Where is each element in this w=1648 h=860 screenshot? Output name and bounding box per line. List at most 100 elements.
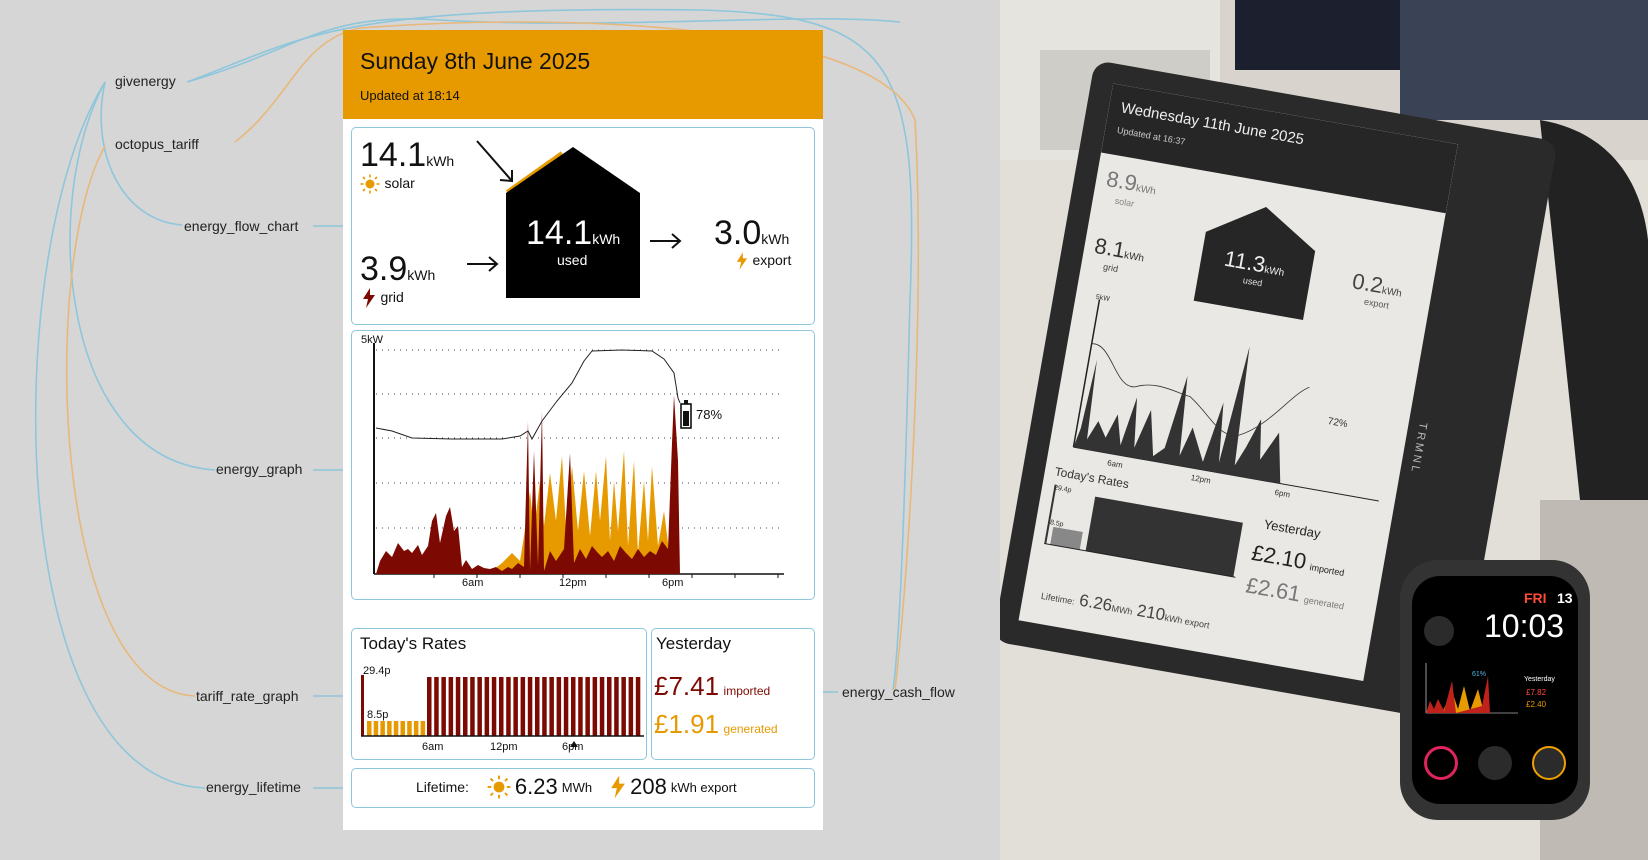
rate-bar [380,721,385,736]
eink-solar-stat: 8.9kWh [1104,166,1158,200]
cash-flow-panel: Yesterday £7.41 imported £1.91 generated [651,628,815,760]
rate-bar [563,677,569,736]
rate-bar [578,677,583,736]
rate-bar [520,677,526,736]
rate-bar [506,677,511,736]
yesterday-title: Yesterday [656,634,731,653]
dashboard-header: Sunday 8th June 2025 Updated at 18:14 [343,30,823,119]
rate-bar [535,677,540,736]
watch-battery-label: 61% [1472,671,1487,678]
graph-x-tick-6pm: 6pm [662,577,684,589]
rate-bar [585,677,590,736]
sun-icon [360,174,380,194]
battery-icon [680,400,692,429]
imported-value: £7.41 [654,671,720,701]
graph-x-tick-12pm: 12pm [559,577,587,589]
rates-x-tick-12pm: 12pm [490,741,518,753]
eink-rate-graph [1044,484,1243,578]
solar-stat: 14.1kWh [360,136,454,175]
battery-label: 78% [696,407,723,422]
lifetime-solar-value: 6.23 [514,774,558,799]
rate-bar [592,677,598,736]
rate-bar [549,677,554,736]
lifetime-solar-unit: MWh [561,779,593,795]
eink-lifetime-row: Lifetime: 6.26MWh 210kWh export [1040,584,1212,633]
activity-rings-icon[interactable] [1424,746,1458,780]
rate-bar [413,721,419,736]
rate-bar [621,677,626,736]
used-stat: 14.1kWh [526,214,620,253]
timer-icon[interactable] [1532,746,1566,780]
solar-label: solar [384,175,415,192]
dashboard: Sunday 8th June 2025 Updated at 18:14 14… [343,30,823,830]
generated-row: £1.91 generated [654,709,778,740]
rate-bar [607,677,612,736]
rate-bar [367,721,372,736]
rates-x-tick-6am: 6am [422,741,444,753]
eink-lifetime-export: 210 [1135,600,1167,625]
rate-bar [477,677,482,736]
weather-icon[interactable] [1478,746,1512,780]
rate-bar [463,677,468,736]
eink-imported-label: imported [1308,562,1346,578]
used-label: used [557,252,588,268]
grid-stat: 3.9kWh [360,250,435,289]
rate-bar [571,677,576,736]
eink-solar-label: solar [1114,195,1135,209]
export-value: 3.0 [714,214,762,252]
eink-generated-label: generated [1303,594,1345,612]
grid-value: 3.9 [360,250,408,288]
solar-label-row: solar [360,174,415,194]
rate-bar [635,677,641,736]
label-energy-flow-chart: energy_flow_chart [184,218,299,234]
connector-givenergy-flow [100,81,183,226]
smartwatch: FRI 13 10:03 61% Yesterday £7.82 £2.40 [1400,560,1590,820]
lifetime-export-value: 208 [630,774,667,799]
eink-lifetime-solar-unit: MWh [1110,603,1134,617]
eink-grid-value: 8.1 [1092,232,1128,263]
rate-bar [513,677,518,736]
imported-label: imported [723,684,771,698]
connector-octopus-tariff [65,145,196,697]
running-icon[interactable] [1424,616,1454,646]
rate-bar [420,721,426,736]
tariff-rate-graph [361,675,644,747]
used-unit: kWh [592,231,621,247]
used-value: 14.1 [526,214,593,252]
eink-lifetime-export-unit: kWh export [1163,612,1211,631]
grid-unit: kWh [407,267,436,283]
rates-x-tick-6pm: 6pm [562,741,584,753]
label-octopus-tariff: octopus_tariff [115,136,199,152]
device-photos: Wednesday 11th June 2025 Updated at 16:3… [1000,0,1648,860]
label-givenergy: givenergy [115,73,176,89]
rate-bar [455,677,461,736]
high-rate-bars [427,677,641,736]
watch-screen: FRI 13 10:03 61% Yesterday £7.82 £2.40 [1412,576,1578,804]
eink-lifetime-label: Lifetime: [1040,590,1076,607]
eink-imported-value: £2.10 [1249,539,1309,575]
watch-energy-graph [1425,663,1518,714]
generated-label: generated [723,722,778,736]
solar-area [480,451,674,574]
rate-bar [441,677,446,736]
rate-bar [491,677,497,736]
rate-bar [400,721,405,736]
eink-yesterday-title: Yesterday [1262,516,1322,542]
lifetime-row: Lifetime: 6.23 MWh 208 kWh export [416,774,737,800]
eink-grid-stat: 8.1kWh [1092,233,1146,267]
imported-row: £7.41 imported [654,671,770,702]
updated-time: Updated at 18:14 [360,88,460,103]
eink-used-unit: kWh [1263,264,1285,279]
label-energy-cash-flow: energy_cash_flow [842,684,955,700]
eink-export-value: 0.2 [1350,268,1385,299]
rate-bar [407,721,412,736]
rate-bar [393,721,399,736]
rate-bar [614,677,619,736]
energy-flow-panel: 14.1kWh solar 3.9kWh grid 14.1kWh used 3… [351,127,815,325]
solar-arrow-icon [476,140,513,182]
rate-bar [542,677,547,736]
solar-value: 14.1 [360,136,427,174]
eink-grid-unit: kWh [1123,250,1145,265]
rate-bar [448,677,454,736]
eink-grid-label: grid [1102,261,1119,275]
